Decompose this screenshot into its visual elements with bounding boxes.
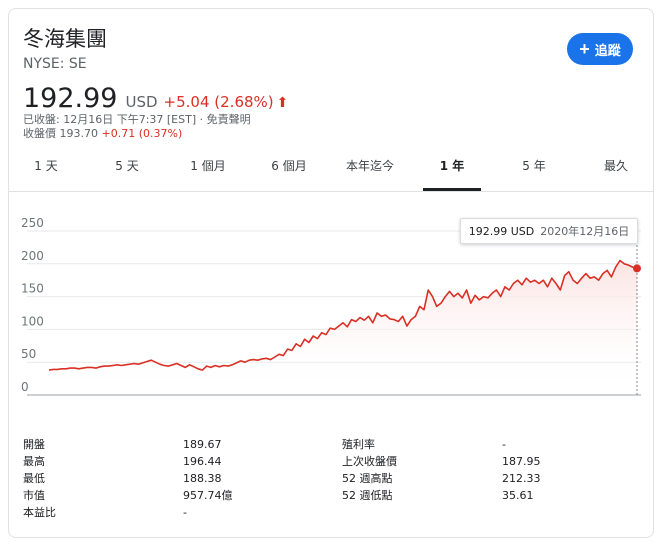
price-row: 192.99 USD +5.04 (2.68%) ⬆: [23, 83, 288, 115]
ticker-symbol: NYSE: SE: [23, 56, 87, 72]
stat-value: 35.61: [502, 489, 534, 502]
tab-7[interactable]: 最久: [596, 155, 636, 191]
company-name: 冬海集團: [23, 27, 107, 51]
stat-label: 最高: [23, 455, 45, 468]
arrow-up-icon: ⬆: [276, 95, 289, 111]
stat-label: 市值: [23, 489, 45, 502]
stat-value: 196.44: [183, 455, 222, 468]
stat-row: 開盤 189.67: [23, 437, 323, 453]
y-tick-label: 150: [21, 282, 44, 296]
hover-point: [633, 264, 641, 273]
stat-label: 開盤: [23, 438, 45, 451]
stat-row: 本益比 -: [23, 505, 323, 521]
after-hours-change: +0.71 (0.37%): [101, 127, 183, 140]
stat-row: 52 週高點 212.33: [342, 471, 622, 487]
follow-label: 追蹤: [594, 42, 621, 58]
stat-row: 最低 188.38: [23, 471, 323, 487]
chart-tooltip: 192.99 USD 2020年12月16日: [460, 218, 638, 244]
follow-button[interactable]: + 追蹤: [567, 33, 633, 65]
y-tick-label: 100: [21, 314, 44, 328]
after-hours-info: 收盤價 193.70 +0.71 (0.37%): [23, 127, 182, 141]
tab-0[interactable]: 1 天: [26, 155, 66, 191]
tab-4[interactable]: 本年迄今: [340, 155, 400, 191]
tab-5[interactable]: 1 年: [423, 155, 481, 191]
tab-6[interactable]: 5 年: [514, 155, 554, 191]
time-range-tabs: 1 天 5 天 1 個月 6 個月 本年迄今 1 年 5 年 最久: [9, 155, 653, 192]
stat-label: 最低: [23, 472, 45, 485]
y-tick-label: 200: [21, 249, 44, 263]
tab-1[interactable]: 5 天: [107, 155, 147, 191]
stat-value: 188.38: [183, 472, 222, 485]
stat-value: 957.74億: [183, 489, 233, 502]
stat-value: 187.95: [502, 455, 541, 468]
price-change: +5.04 (2.68%): [163, 93, 274, 111]
stat-row: 殖利率 -: [342, 437, 622, 453]
current-price: 192.99: [23, 83, 118, 114]
y-tick-label: 50: [21, 347, 36, 361]
stat-value: 212.33: [502, 472, 541, 485]
stat-value: -: [183, 506, 187, 519]
stat-label: 52 週低點: [342, 489, 393, 502]
stat-label: 本益比: [23, 506, 56, 519]
tab-3[interactable]: 6 個月: [264, 155, 314, 191]
after-hours-label: 收盤價: [23, 127, 56, 140]
after-hours-price: 193.70: [59, 127, 99, 140]
stat-value: -: [502, 438, 506, 451]
stat-row: 最高 196.44: [23, 454, 323, 470]
tooltip-date: 2020年12月16日: [540, 225, 630, 238]
plus-icon: +: [579, 39, 590, 59]
stat-label: 52 週高點: [342, 472, 393, 485]
stat-label: 上次收盤價: [342, 455, 397, 468]
price-area: [49, 260, 637, 395]
stock-quote-card: 冬海集團 NYSE: SE + 追蹤 192.99 USD +5.04 (2.6…: [8, 8, 654, 538]
stat-row: 52 週低點 35.61: [342, 488, 622, 504]
currency: USD: [125, 93, 158, 111]
tab-2[interactable]: 1 個月: [183, 155, 233, 191]
stat-value: 189.67: [183, 438, 222, 451]
stat-row: 市值 957.74億: [23, 488, 323, 504]
y-tick-label: 250: [21, 216, 44, 230]
y-tick-label: 0: [21, 380, 29, 394]
market-closed-info: 已收盤: 12月16日 下午7:37 [EST] · 免責聲明: [23, 113, 251, 126]
tooltip-value: 192.99 USD: [468, 224, 535, 238]
stat-label: 殖利率: [342, 438, 375, 451]
stat-row: 上次收盤價 187.95: [342, 454, 622, 470]
